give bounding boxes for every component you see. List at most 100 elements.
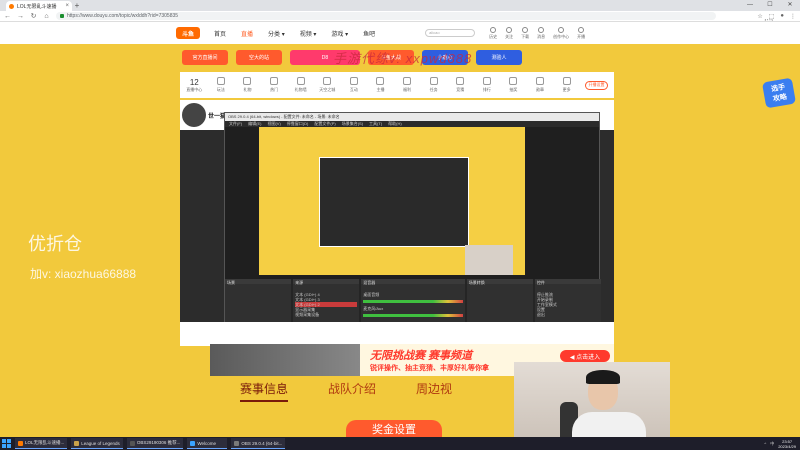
- nav-item-live[interactable]: 直播: [241, 29, 253, 38]
- lol-icon: [74, 440, 80, 446]
- bag-icon: [403, 77, 412, 85]
- tool-play[interactable]: 玩法: [213, 77, 230, 93]
- system-tray: ^ 中 23:57 2023/4/29: [764, 439, 796, 449]
- tool-hot[interactable]: 热门: [266, 77, 283, 93]
- nav-item-category[interactable]: 分类 ▾: [268, 29, 285, 38]
- tab-event-info[interactable]: 赛事信息: [240, 380, 289, 402]
- tool-more[interactable]: 更多: [558, 77, 575, 93]
- lock-icon: [60, 14, 64, 18]
- stream-settings-button[interactable]: 开播设置: [584, 80, 609, 90]
- maximize-button[interactable]: ☐: [760, 0, 780, 11]
- menu-icon[interactable]: ⋮: [790, 13, 796, 20]
- taskbar-item-lol[interactable]: League of Legends: [71, 438, 123, 449]
- tab-title: LOL无限乱斗速播: [17, 3, 57, 10]
- gift-icon: [243, 77, 252, 85]
- language-indicator[interactable]: 中: [770, 441, 774, 447]
- obs-window[interactable]: OBS 29.0.4 (64-bit, windows) - 配置文件: 未命名…: [224, 112, 601, 338]
- camera-icon: [578, 26, 585, 33]
- header-icons: 历史 关注 下载 消息 创作中心 开播: [489, 26, 585, 40]
- tab-team-intro[interactable]: 战队介绍: [328, 380, 376, 402]
- source-item[interactable]: 视频采集设备: [295, 312, 357, 317]
- nested-preview: [319, 157, 469, 247]
- trophy-icon: [482, 77, 491, 85]
- minimize-button[interactable]: —: [740, 0, 760, 11]
- bell-icon: [538, 26, 545, 33]
- nav-item-game[interactable]: 游戏 ▾: [331, 29, 348, 38]
- profile-icon[interactable]: ●: [780, 13, 784, 20]
- tool-guess[interactable]: 竞猜: [452, 77, 469, 93]
- tool-live-center[interactable]: 12 直播中心: [186, 78, 203, 93]
- go-live-button[interactable]: 开播: [577, 26, 585, 40]
- nav-item-bar[interactable]: 鱼吧: [363, 29, 375, 38]
- obs-menu-file[interactable]: 文件(F): [229, 121, 242, 127]
- tool-rank[interactable]: 排行: [479, 77, 496, 93]
- tool-badge[interactable]: 勋章: [532, 77, 549, 93]
- back-arrow-icon[interactable]: ←: [4, 13, 11, 20]
- download-button[interactable]: 下载: [521, 26, 529, 40]
- exit-button[interactable]: 退出: [537, 312, 599, 317]
- taskbar-item-browser[interactable]: LOL无限乱斗速播...: [15, 438, 68, 449]
- download-icon: [522, 26, 529, 33]
- chevron-up-icon[interactable]: ^: [764, 441, 766, 446]
- tool-draw[interactable]: 抽奖: [505, 77, 522, 93]
- nav-item-home[interactable]: 首页: [214, 29, 226, 38]
- nav-item-video[interactable]: 视频 ▾: [300, 29, 317, 38]
- medal-icon: [536, 77, 545, 85]
- tool-sky-city[interactable]: 天空之城: [319, 77, 336, 93]
- home-icon[interactable]: ⌂: [43, 13, 50, 20]
- browser-tabbar: LOL无限乱斗速播 × + — ☐ ✕: [0, 0, 800, 11]
- audio-meter: [363, 314, 463, 317]
- tool-welfare[interactable]: 福利: [399, 77, 416, 93]
- url-field[interactable]: https://www.douyu.com/topic/wxlddh?rid=7…: [56, 12, 716, 20]
- new-tab-button[interactable]: +: [72, 1, 82, 11]
- clock[interactable]: 23:57 2023/4/29: [778, 439, 796, 449]
- site-logo[interactable]: 斗鱼: [176, 27, 200, 39]
- taskbar-item-obs[interactable]: OBS 29.0.4 (64-bit...: [231, 438, 286, 449]
- wall-icon: [296, 77, 305, 85]
- close-window-button[interactable]: ✕: [780, 0, 800, 11]
- reward-heading: 奖金设置: [346, 420, 442, 438]
- window-controls: — ☐ ✕: [740, 0, 800, 11]
- promo-subtitle: 锐评操作、抽主竞猜、丰厚好礼等你拿: [370, 365, 489, 372]
- obs-title: OBS 29.0.4 (64-bit, windows) - 配置文件: 未命名…: [228, 114, 340, 119]
- welcome-icon: [190, 440, 196, 446]
- site-favicon-icon: [9, 3, 14, 9]
- taskbar-item-obs-doc[interactable]: OBS29190306 推荐...: [126, 438, 184, 449]
- fire-icon: [270, 77, 279, 85]
- dice-icon: [456, 77, 465, 85]
- play-icon: [216, 77, 225, 85]
- url-text: https://www.douyu.com/topic/wxlddh?rid=7…: [67, 13, 179, 19]
- message-button[interactable]: 消息: [537, 26, 545, 40]
- tool-host[interactable]: 主播: [372, 77, 389, 93]
- follow-button[interactable]: 关注: [505, 26, 513, 40]
- tool-gift[interactable]: 礼物: [239, 77, 256, 93]
- reload-icon[interactable]: ↻: [30, 12, 37, 20]
- player-bottom-bar: [180, 322, 614, 346]
- watermark-left-2: 加v: xiaozhua66888: [30, 267, 137, 281]
- tab-peripherals[interactable]: 周边视: [416, 380, 452, 402]
- castle-icon: [323, 77, 332, 85]
- team-button-1[interactable]: 空大的站: [236, 50, 282, 65]
- site-header: 斗鱼 首页 直播 分类 ▾ 视频 ▾ 游戏 ▾ 鱼吧 alicao 历史 关注 …: [0, 22, 800, 44]
- taskbar-item-welcome[interactable]: Welcome: [187, 438, 228, 449]
- obs-preview: [259, 127, 525, 275]
- float-badge[interactable]: 选手 攻略: [761, 77, 797, 109]
- enter-button[interactable]: ◀ 点击进入: [560, 350, 610, 362]
- team-button-5[interactable]: 测验人: [476, 50, 522, 65]
- tool-interact[interactable]: 互动: [346, 77, 363, 93]
- star-icon[interactable]: ☆: [757, 13, 762, 20]
- team-button-0[interactable]: 官方直播间: [182, 50, 228, 65]
- stream-player[interactable]: 世一猫乱杀卷一宗师 默认分组 主播榜 热门 LGB 游戏 主播 关注 OBS 2…: [180, 100, 614, 346]
- browser-tab[interactable]: LOL无限乱斗速播 ×: [6, 1, 72, 11]
- list-icon: [429, 77, 438, 85]
- creator-button[interactable]: 创作中心: [553, 26, 569, 40]
- tool-gift-wall[interactable]: 礼物墙: [292, 77, 309, 93]
- search-input[interactable]: alicao: [425, 29, 476, 37]
- close-icon[interactable]: ×: [65, 3, 69, 9]
- forward-arrow-icon[interactable]: →: [17, 13, 24, 20]
- history-button[interactable]: 历史: [489, 26, 497, 40]
- audio-meter: [363, 300, 463, 303]
- tool-task[interactable]: 任务: [425, 77, 442, 93]
- windows-start-icon[interactable]: [2, 439, 11, 448]
- avatar[interactable]: [182, 103, 206, 127]
